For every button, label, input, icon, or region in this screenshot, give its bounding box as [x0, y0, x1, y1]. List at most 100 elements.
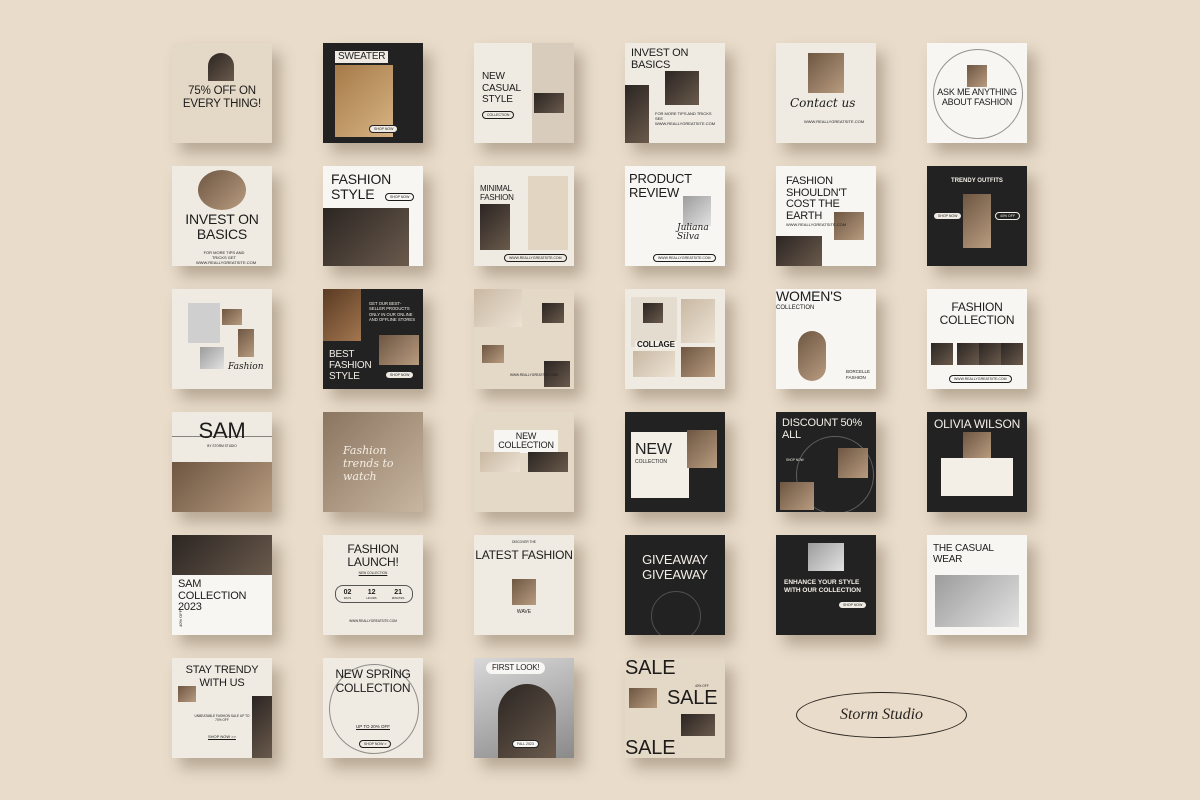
body: UNBEATABLE FASHION SALE UP TO 70% OFF [194, 714, 250, 723]
headline: NEW [635, 441, 672, 458]
tile-new-casual-style[interactable]: NEW CASUAL STYLE COLLECTION [474, 43, 574, 143]
tile-first-look[interactable]: FIRST LOOK! FALL 2023 [474, 658, 574, 758]
bag-photo [323, 289, 361, 341]
photo-4 [633, 351, 675, 377]
shop-now-button[interactable]: SHOP NOW [385, 371, 415, 379]
subheadline: UP TO 20% OFF [355, 724, 390, 729]
countdown-timer: 02 DAYS 12 HOURS 21 MINUTES [335, 585, 413, 603]
model-photo [798, 331, 826, 381]
shop-now-button[interactable]: SHOP NOW [369, 125, 399, 133]
badge: 40% OFF [695, 684, 709, 688]
tile-invest-on-basics[interactable]: INVEST ON BASICS FOR MORE TIPS AND TRICK… [625, 43, 725, 143]
site-link[interactable]: WWW.REALLYGREATSITE.COM [504, 254, 567, 262]
tile-contact-us[interactable]: Contact us WWW.REALLYGREATSITE.COM [776, 43, 876, 143]
tile-minimal-fashion[interactable]: MINIMAL FASHION WWW.REALLYGREATSITE.COM [474, 166, 574, 266]
tile-75-off[interactable]: 75% OFF ON EVERY THING! [172, 43, 272, 143]
headline: FASHION COLLECTION [939, 300, 1015, 327]
caption: WWW.REALLYGREATSITE.COM [349, 619, 397, 623]
reviewer-photo [683, 196, 711, 226]
model-photo [665, 71, 699, 105]
headline: INVEST ON BASICS [631, 47, 689, 72]
season-button[interactable]: FALL 2023 [512, 740, 539, 748]
headline: FIRST LOOK! [486, 662, 546, 674]
headline: Fashion [228, 362, 264, 372]
tile-new-spring-collection[interactable]: NEW SPRING COLLECTION UP TO 20% OFF SHOP… [323, 658, 423, 758]
headline: 75% OFF ON EVERY THING! [182, 85, 262, 111]
testimonial-card [941, 458, 1013, 496]
tile-collage[interactable]: COLLAGE [625, 289, 725, 389]
side-badge: 40% OFF [178, 609, 183, 627]
shoes-photo [534, 93, 564, 113]
product-photo [838, 448, 868, 478]
shop-now-button[interactable]: SHOP NOW > [359, 740, 392, 748]
model-photo [198, 170, 246, 210]
tile-fashion-shouldnt-cost[interactable]: FASHION SHOULDN'T COST THE EARTH WWW.REA… [776, 166, 876, 266]
top-label: DISCOVER THE [512, 540, 536, 544]
headline: TRENDY OUTFITS [951, 178, 1003, 184]
tile-sweater[interactable]: SWEATER SHOP NOW [323, 43, 423, 143]
collection-button[interactable]: COLLECTION [482, 111, 515, 119]
headline: SWEATER [335, 51, 389, 63]
tile-fashion-launch[interactable]: FASHION LAUNCH! NEW COLLECTION 02 DAYS 12… [323, 535, 423, 635]
shop-now-button[interactable]: SHOP NOW [838, 601, 868, 609]
subheadline: NEW COLLECTION [358, 571, 388, 575]
tile-casual-wear[interactable]: THE CASUAL WEAR [927, 535, 1027, 635]
photo-1 [178, 686, 196, 702]
headline: LATEST FASHION [475, 548, 573, 562]
tile-invest-on-basics-2[interactable]: INVEST ON BASICS FOR MORE TIPS AND TRICK… [172, 166, 272, 266]
model-photo [172, 462, 272, 512]
tile-sam[interactable]: SAM BY STORM STUDIO [172, 412, 272, 512]
sale-line-1: SALE [625, 658, 676, 679]
model-photo [172, 535, 272, 575]
reviewer-name: Juliana Silva [677, 223, 709, 242]
caption: BORCELLE FASHION [846, 369, 871, 380]
site-link[interactable]: WWW.REALLYGREATSITE.COM [653, 254, 716, 262]
subheadline: WAVE [516, 609, 532, 615]
brand-badge: Storm Studio [796, 692, 967, 738]
shop-now-link[interactable]: SHOP NOW >> [208, 734, 236, 739]
tile-discount[interactable]: DISCOUNT 50% ALL SHOP NOW [776, 412, 876, 512]
tile-sale[interactable]: SALE SALE SALE 40% OFF [625, 658, 725, 758]
sale-line-3: SALE [625, 737, 676, 758]
tile-collage-grid[interactable]: WWW.REALLYGREATSITE.COM [474, 289, 574, 389]
caption: WWW.REALLYGREATSITE.COM [786, 222, 847, 227]
model-photo [480, 204, 510, 250]
tile-new-collection[interactable]: NEW COLLECTION [474, 412, 574, 512]
model-photo [967, 65, 987, 87]
headline: COLLAGE [635, 340, 677, 349]
model-photo [963, 194, 991, 248]
tile-fashion-trends[interactable]: Fashion trends to watch [323, 412, 423, 512]
tile-stay-trendy[interactable]: STAY TRENDY WITH US UNBEATABLE FASHION S… [172, 658, 272, 758]
tile-giveaway[interactable]: GIVEAWAY GIVEAWAY [625, 535, 725, 635]
photo-3 [200, 347, 224, 369]
caption: WWW.REALLYGREATSITE.COM [804, 119, 865, 124]
photo-1 [474, 289, 522, 327]
subheadline: COLLECTION [776, 305, 815, 311]
shop-now-button[interactable]: SHOP NOW [933, 212, 963, 220]
tile-ask-me-anything[interactable]: ASK ME ANYTHING ABOUT FASHION [927, 43, 1027, 143]
discount-button[interactable]: 40% OFF [995, 212, 1020, 220]
tile-trendy-outfits[interactable]: TRENDY OUTFITS SHOP NOW 40% OFF [927, 166, 1027, 266]
shop-now-button[interactable]: SHOP NOW [385, 193, 415, 201]
coat-photo [528, 176, 568, 250]
photo-2 [252, 696, 272, 758]
headline: GIVEAWAY GIVEAWAY [642, 552, 708, 582]
tile-fashion-collage[interactable]: Fashion [172, 289, 272, 389]
tile-enhance-style[interactable]: ENHANCE YOUR STYLE WITH OUR COLLECTION S… [776, 535, 876, 635]
photo-4 [1001, 343, 1023, 365]
tile-womens-collection[interactable]: WOMEN'S COLLECTION BORCELLE FASHION [776, 289, 876, 389]
photo-2 [222, 309, 242, 325]
tile-fashion-collection[interactable]: FASHION COLLECTION WWW.REALLYGREATSITE.C… [927, 289, 1027, 389]
tile-new-collection-2[interactable]: NEW COLLECTION [625, 412, 725, 512]
tile-olivia-wilson[interactable]: OLIVIA WILSON [927, 412, 1027, 512]
headline: NEW COLLECTION [494, 430, 558, 453]
headline: SAM [198, 418, 246, 443]
tile-latest-fashion[interactable]: DISCOVER THE LATEST FASHION WAVE [474, 535, 574, 635]
photo-2 [681, 299, 715, 343]
tile-best-fashion-style[interactable]: GET OUR BEST-SELLER PRODUCTS ONLY IN OUR… [323, 289, 423, 389]
caption: FOR MORE TIPS AND TRICKS SEE WWW.REALLYG… [655, 111, 716, 127]
tile-fashion-style[interactable]: FASHION STYLE SHOP NOW [323, 166, 423, 266]
tile-product-review[interactable]: PRODUCT REVIEW Juliana Silva WWW.REALLYG… [625, 166, 725, 266]
tile-sam-collection[interactable]: SAM COLLECTION 2023 40% OFF [172, 535, 272, 635]
site-link[interactable]: WWW.REALLYGREATSITE.COM [949, 375, 1012, 383]
